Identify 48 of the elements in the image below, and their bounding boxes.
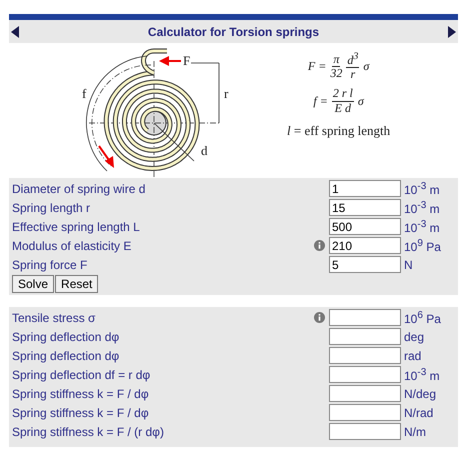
calculator-title: Calculator for Torsion springs — [148, 24, 320, 38]
unit-label: N — [404, 258, 413, 272]
radius-label: r — [224, 86, 228, 101]
result-label: Spring stiffness k = F / dφ — [12, 386, 150, 400]
force-label: F — [183, 53, 190, 68]
next-arrow-icon[interactable] — [448, 26, 456, 38]
result-field[interactable] — [329, 347, 401, 364]
unit-label: 10$^{9}$ Pa — [404, 238, 441, 254]
value-input[interactable]: 210 — [329, 237, 401, 254]
parameter-label: Modulus of elasticity E — [12, 238, 132, 252]
formula-legend: l = eff spring length — [287, 122, 390, 139]
result-label: Spring stiffness k = F / dφ — [12, 406, 150, 420]
unit-label: 10$^{6}$ Pa — [404, 310, 441, 326]
result-label: Spring deflection df = r dφ — [12, 368, 152, 382]
unit-label: N/deg — [404, 386, 436, 400]
unit-label: 10$^{-3}$ m — [404, 200, 440, 216]
unit-label: N/m — [404, 424, 426, 438]
value-input[interactable]: 5 — [329, 256, 401, 273]
result-field[interactable] — [329, 423, 401, 440]
form-button[interactable]: Reset — [55, 275, 98, 293]
value-input[interactable]: 1 — [329, 180, 401, 197]
result-label: Spring stiffness k = F / (r dφ) — [12, 424, 165, 438]
value-input[interactable]: 15 — [329, 199, 401, 216]
unit-label: rad — [404, 348, 422, 362]
result-field[interactable] — [329, 385, 401, 402]
result-field[interactable] — [329, 328, 401, 345]
deflection-label: f — [82, 86, 86, 101]
unit-label: N/rad — [404, 406, 434, 420]
parameter-label: Spring length r — [12, 200, 92, 214]
unit-label: 10$^{-3}$ m — [404, 218, 440, 234]
result-field[interactable] — [329, 309, 401, 326]
info-icon[interactable] — [314, 312, 325, 323]
unit-label: deg — [404, 330, 424, 344]
result-field[interactable] — [329, 366, 401, 383]
unit-label: 10$^{-3}$ m — [404, 366, 440, 382]
diameter-label: d — [201, 143, 208, 158]
result-label: Spring deflection dφ — [12, 330, 120, 344]
parameter-label: Diameter of spring wire d — [12, 182, 146, 196]
parameter-label: Effective spring length L — [12, 220, 141, 234]
unit-label: 10$^{-3}$ m — [404, 180, 440, 196]
info-icon[interactable] — [314, 240, 325, 251]
result-label: Tensile stress σ — [12, 310, 96, 324]
result-label: Spring deflection dφ — [12, 348, 120, 362]
parameter-label: Spring force F — [12, 258, 88, 272]
form-button[interactable]: Solve — [12, 275, 54, 293]
value-input[interactable]: 500 — [329, 218, 401, 235]
previous-arrow-icon[interactable] — [11, 26, 19, 38]
result-field[interactable] — [329, 404, 401, 421]
